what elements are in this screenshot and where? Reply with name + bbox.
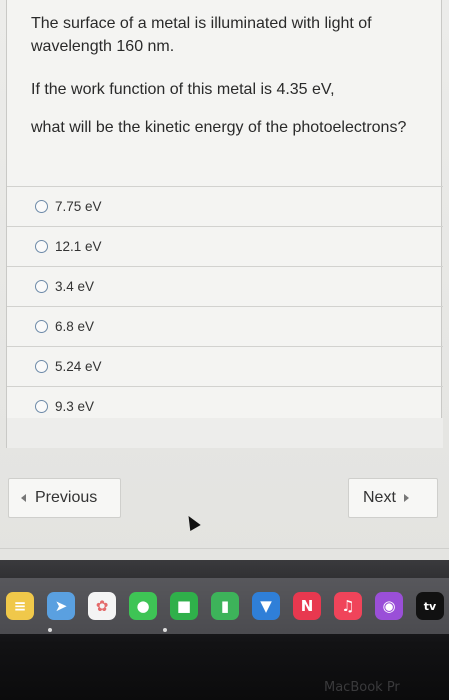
macos-dock: ≡ ➤ ✿ ● ■ ▮ ▼ N ♫ ◉ tv <box>0 578 449 634</box>
radio-button[interactable] <box>35 240 48 253</box>
answer-option[interactable]: 5.24 eV <box>7 346 443 386</box>
previous-button[interactable]: Previous <box>8 478 121 518</box>
panel-footer-space <box>7 418 443 448</box>
answer-option[interactable]: 7.75 eV <box>7 186 443 226</box>
answer-option-label: 7.75 eV <box>55 199 102 214</box>
answer-option-label: 9.3 eV <box>55 398 95 414</box>
news-icon[interactable]: N <box>293 592 321 620</box>
answer-option-label: 5.24 eV <box>55 359 102 374</box>
answer-option[interactable]: 12.1 eV <box>7 226 443 266</box>
podcasts-icon[interactable]: ◉ <box>375 592 403 620</box>
radio-button[interactable] <box>35 280 48 293</box>
answer-option[interactable]: 3.4 eV <box>7 266 443 306</box>
answer-options: 7.75 eV 12.1 eV 3.4 eV 6.8 eV 5.24 eV 9.… <box>7 186 443 426</box>
notes-icon[interactable]: ≡ <box>6 592 34 620</box>
device-brand-label: MacBook Pr <box>324 680 400 695</box>
numbers-icon[interactable]: ▮ <box>211 592 239 620</box>
answer-option-label: 12.1 eV <box>55 239 102 254</box>
maps-icon[interactable]: ➤ <box>47 592 75 620</box>
running-indicator <box>48 628 52 632</box>
question-text-line2: If the work function of this metal is 4.… <box>31 81 335 98</box>
browser-viewport: The surface of a metal is illuminated wi… <box>0 0 449 560</box>
photos-icon[interactable]: ✿ <box>88 592 116 620</box>
answer-option[interactable]: 6.8 eV <box>7 306 443 346</box>
facetime-icon[interactable]: ■ <box>170 592 198 620</box>
radio-button[interactable] <box>35 320 48 333</box>
mouse-cursor-icon <box>183 512 201 532</box>
messages-icon[interactable]: ● <box>129 592 157 620</box>
running-indicator <box>163 628 167 632</box>
question-text-line3: what will be the kinetic energy of the p… <box>31 119 407 136</box>
appletv-label: tv <box>423 599 437 613</box>
previous-button-label: Previous <box>35 489 98 506</box>
next-button-label: Next <box>363 489 396 506</box>
question-text-line1: The surface of a metal is illuminated wi… <box>31 15 372 55</box>
page-lower-section <box>0 548 449 560</box>
chevron-left-icon <box>21 494 26 502</box>
chevron-right-icon <box>403 494 409 502</box>
question-panel: The surface of a metal is illuminated wi… <box>6 0 443 448</box>
next-button[interactable]: Next <box>348 478 438 518</box>
answer-option-label: 6.8 eV <box>55 319 95 334</box>
appletv-icon[interactable]: tv <box>416 592 444 620</box>
keynote-icon[interactable]: ▼ <box>252 592 280 620</box>
radio-button[interactable] <box>35 360 48 373</box>
radio-button[interactable] <box>35 200 48 213</box>
answer-option-label: 3.4 eV <box>55 279 95 294</box>
music-icon[interactable]: ♫ <box>334 592 362 620</box>
radio-button[interactable] <box>35 399 48 413</box>
